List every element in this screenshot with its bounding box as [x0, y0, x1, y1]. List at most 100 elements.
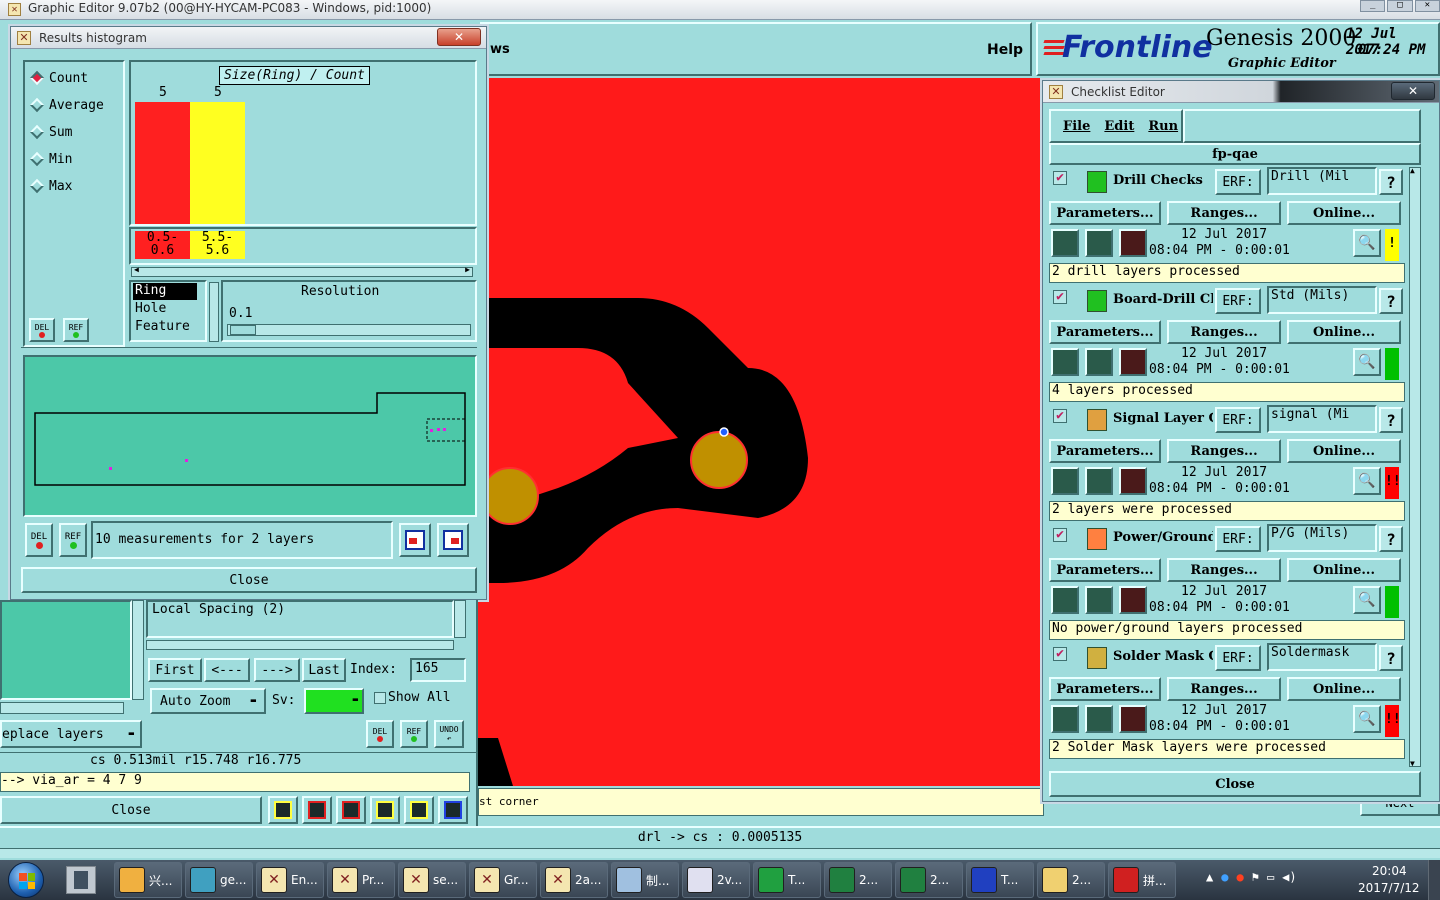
run-menu[interactable]: Run [1148, 119, 1178, 134]
run-icon[interactable] [1051, 586, 1079, 614]
sv-color-select[interactable]: ▬ [304, 688, 364, 714]
results-list-scrollbar[interactable] [454, 600, 466, 638]
hscroll-bottom[interactable] [0, 848, 1440, 858]
taskbar-item[interactable]: ✕ Pr... [327, 862, 395, 898]
ranges-button[interactable]: Ranges... [1167, 558, 1281, 582]
taskbar-item[interactable]: ge... [185, 862, 253, 898]
histogram-close-button[interactable]: Close [21, 567, 477, 593]
histogram-scrollbar[interactable]: ◀ ▶ [131, 265, 473, 277]
tray-expand-icon[interactable]: ▲ [1206, 870, 1213, 890]
mode-ref-button[interactable]: REF [63, 318, 89, 342]
parameters-button[interactable]: Parameters... [1049, 320, 1161, 344]
help-button[interactable]: ? [1379, 407, 1403, 433]
ranges-button[interactable]: Ranges... [1167, 677, 1281, 701]
erf-button[interactable]: ERF: [1215, 645, 1261, 671]
taskbar-item[interactable]: ✕ Gr... [469, 862, 537, 898]
taskbar-item[interactable]: 兴... [114, 862, 182, 898]
mode-option[interactable]: Average [29, 95, 104, 115]
taskbar-item[interactable]: 2... [824, 862, 892, 898]
prev-button[interactable]: <--- [204, 658, 250, 682]
network-icon[interactable]: ▭ [1267, 870, 1274, 890]
run-all-icon[interactable] [1085, 467, 1113, 495]
run-all-icon[interactable] [1085, 586, 1113, 614]
clock-time[interactable]: 20:04 [1372, 864, 1407, 878]
antivirus-tray-icon[interactable]: ● [1236, 870, 1243, 890]
show-all-checkbox[interactable] [374, 692, 386, 704]
metric-option[interactable]: Feature [133, 319, 197, 336]
resolution-slider[interactable] [227, 324, 471, 336]
del-button[interactable]: DEL [25, 523, 53, 557]
import-button[interactable] [437, 523, 469, 557]
parameters-button[interactable]: Parameters... [1049, 677, 1161, 701]
results-hscrollbar[interactable] [146, 640, 454, 650]
show-desktop-button[interactable] [1428, 860, 1440, 900]
stop-icon[interactable] [1119, 586, 1147, 614]
menu-partial-label[interactable]: ws [490, 42, 510, 57]
close-icon[interactable]: ✕ [1414, 0, 1440, 12]
radio-diamond-icon[interactable] [29, 70, 45, 86]
zoom-results-icon[interactable]: 🔍 [1353, 586, 1381, 614]
run-icon[interactable] [1051, 229, 1079, 257]
checklist-scrollbar[interactable]: ▲ ▼ [1409, 166, 1421, 768]
last-button[interactable]: Last [302, 658, 346, 682]
taskbar-item[interactable]: T... [753, 862, 821, 898]
zoom-results-icon[interactable]: 🔍 [1353, 348, 1381, 376]
taskbar-item[interactable]: T... [966, 862, 1034, 898]
metric-option[interactable]: Ring [133, 283, 197, 300]
online-button[interactable]: Online... [1287, 201, 1401, 225]
help-menu[interactable]: Help [987, 42, 1023, 58]
calculator-pinned[interactable] [66, 866, 96, 894]
parameters-button[interactable]: Parameters... [1049, 558, 1161, 582]
check-name[interactable]: Solder Mask Ch [1113, 649, 1213, 664]
erf-button[interactable]: ERF: [1215, 288, 1261, 314]
mode-option[interactable]: Min [29, 149, 72, 169]
taskbar-item[interactable]: 拼... [1108, 862, 1176, 898]
taskbar-item[interactable]: ✕ En... [256, 862, 324, 898]
item-checkbox[interactable]: ✔ [1053, 528, 1067, 542]
graphic-canvas[interactable] [478, 78, 1044, 786]
clock-date[interactable]: 2017/7/12 [1358, 881, 1420, 895]
minimize-button[interactable]: _ [1360, 0, 1386, 12]
histogram-bar[interactable] [190, 102, 245, 224]
edit-menu[interactable]: Edit [1104, 119, 1134, 134]
check-name[interactable]: Drill Checks [1113, 173, 1213, 188]
browser-tray-icon[interactable]: ● [1221, 870, 1228, 890]
zoom-results-icon[interactable]: 🔍 [1353, 705, 1381, 733]
help-button[interactable]: ? [1379, 288, 1403, 314]
erf-button[interactable]: ERF: [1215, 526, 1261, 552]
check-name[interactable]: Board-Drill Che [1113, 292, 1213, 307]
checklist-close-icon[interactable]: ✕ [1391, 82, 1435, 100]
notes-button[interactable] [404, 796, 434, 824]
online-button[interactable]: Online... [1287, 677, 1401, 701]
metric-option[interactable]: Hole [133, 301, 197, 318]
left-scrollbar[interactable] [132, 600, 144, 700]
erf-field[interactable]: Drill (Mil [1267, 167, 1377, 195]
results-close-button[interactable]: Close [0, 796, 262, 824]
run-all-icon[interactable] [1085, 348, 1113, 376]
taskbar-item[interactable]: 2... [895, 862, 963, 898]
zoom-results-icon[interactable]: 🔍 [1353, 467, 1381, 495]
erf-field[interactable]: P/G (Mils) [1267, 524, 1377, 552]
item-checkbox[interactable]: ✔ [1053, 647, 1067, 661]
metric-scrollbar[interactable] [209, 282, 219, 342]
parameters-button[interactable]: Parameters... [1049, 201, 1161, 225]
stop-icon[interactable] [1119, 348, 1147, 376]
start-button[interactable] [8, 862, 44, 898]
radio-diamond-icon[interactable] [29, 151, 45, 167]
online-button[interactable]: Online... [1287, 558, 1401, 582]
run-all-icon[interactable] [1085, 229, 1113, 257]
parameters-button[interactable]: Parameters... [1049, 439, 1161, 463]
report-button[interactable] [302, 796, 332, 824]
checklist-titlebar[interactable]: ✕ Checklist Editor ✕ [1043, 81, 1439, 103]
counter-button[interactable] [370, 796, 400, 824]
ranges-button[interactable]: Ranges... [1167, 201, 1281, 225]
results-del-button[interactable]: DEL [366, 720, 394, 748]
item-checkbox[interactable]: ✔ [1053, 409, 1067, 423]
ranges-button[interactable]: Ranges... [1167, 320, 1281, 344]
stop-icon[interactable] [1119, 705, 1147, 733]
auto-zoom-select[interactable]: Auto Zoom ▬ [150, 688, 266, 714]
slider-thumb[interactable] [230, 325, 256, 335]
checklist-close-button[interactable]: Close [1049, 771, 1421, 797]
mode-option[interactable]: Count [29, 68, 88, 88]
cross-button[interactable] [336, 796, 366, 824]
